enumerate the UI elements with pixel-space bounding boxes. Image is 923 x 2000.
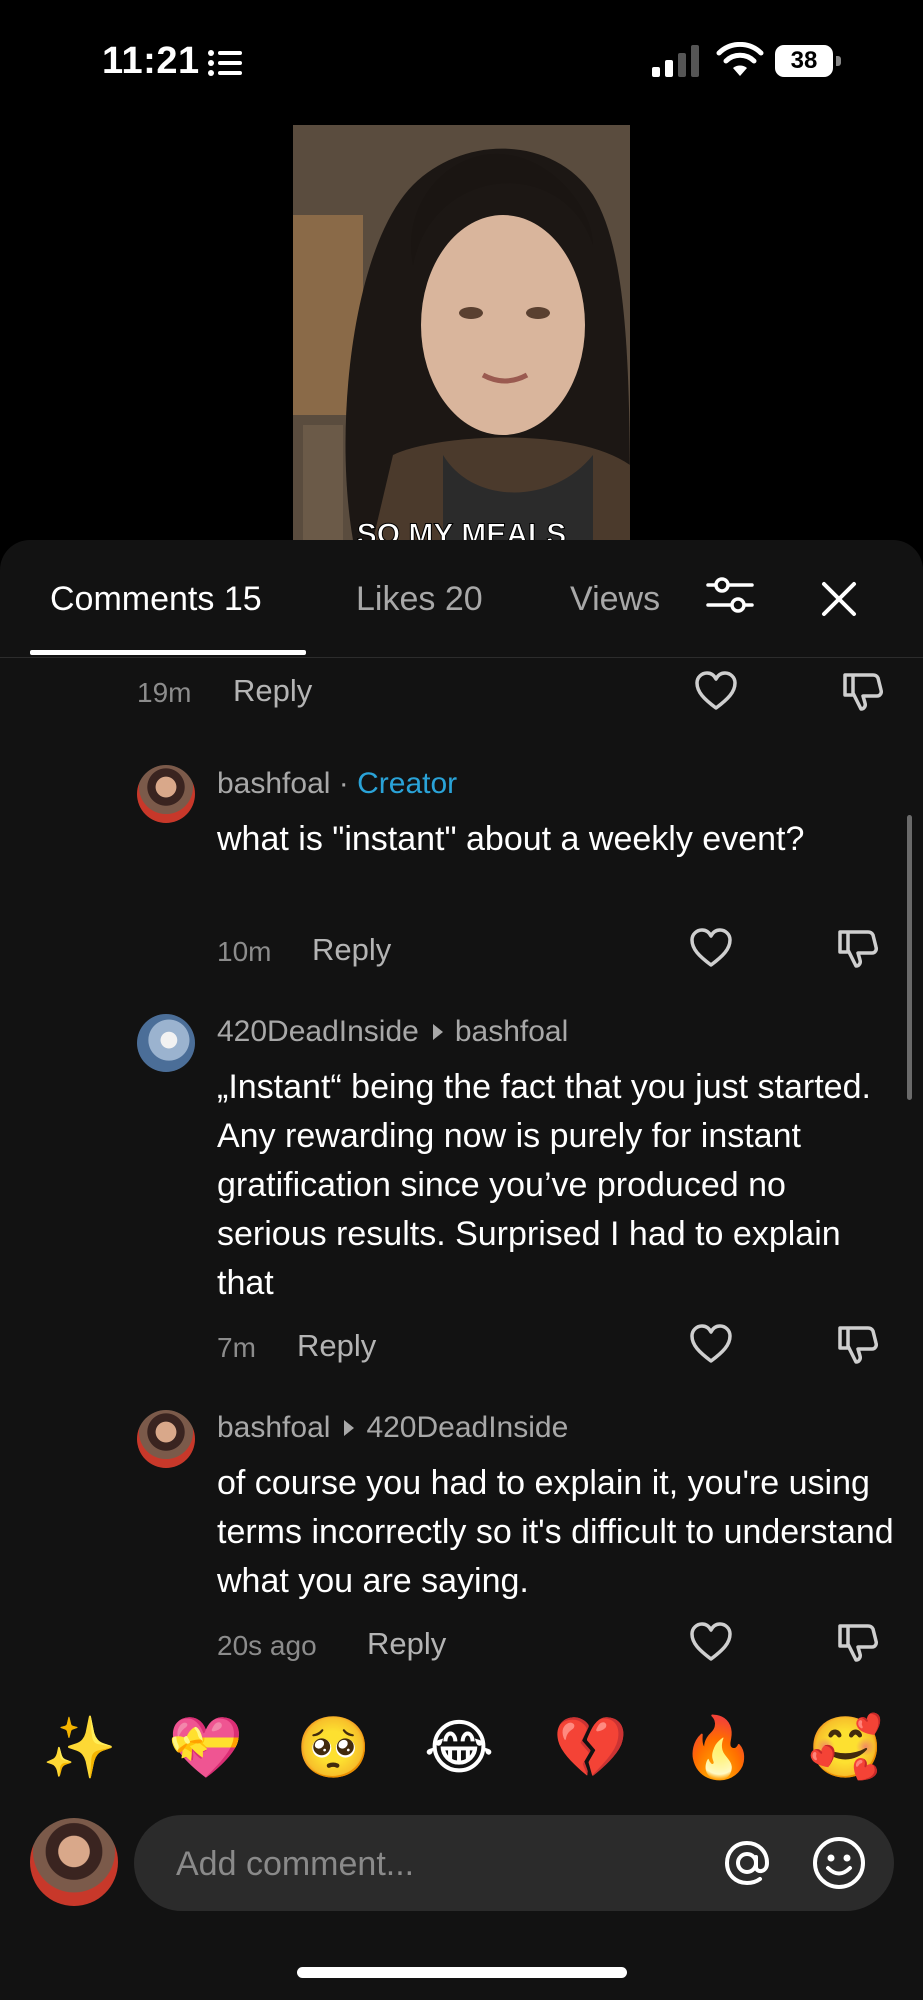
- wifi-icon: [716, 42, 764, 76]
- reply-button[interactable]: Reply: [367, 1626, 446, 1662]
- comment-meta: 7m Reply: [0, 1326, 800, 1370]
- tab-comments[interactable]: Comments 15: [50, 580, 262, 619]
- username[interactable]: bashfoal: [217, 767, 330, 800]
- comments-list[interactable]: 19m Reply bashfoal · Creator what is "in…: [0, 657, 923, 1777]
- comment-meta: 10m Reply: [0, 930, 800, 974]
- emoji-picker-icon[interactable]: [811, 1835, 867, 1891]
- tab-likes[interactable]: Likes 20: [356, 580, 483, 619]
- reply-button[interactable]: Reply: [312, 932, 391, 968]
- active-tab-indicator: [30, 650, 306, 655]
- reply-button[interactable]: Reply: [297, 1328, 376, 1364]
- heart-icon[interactable]: [689, 928, 733, 968]
- emoji-sparkles[interactable]: ✨: [42, 1708, 117, 1788]
- status-bar: 11:21 38: [0, 0, 923, 120]
- emoji-broken-heart[interactable]: 💔: [553, 1708, 628, 1788]
- avatar[interactable]: [137, 1014, 195, 1072]
- reply-to-username[interactable]: bashfoal: [455, 1015, 568, 1048]
- signal-icon: [652, 45, 699, 77]
- reply-button[interactable]: Reply: [233, 673, 312, 709]
- battery-icon: 38: [775, 45, 843, 77]
- thumbs-down-icon[interactable]: [841, 669, 885, 713]
- comment-time: 10m: [217, 936, 272, 967]
- comment-text: „Instant“ being the fact that you just s…: [217, 1068, 871, 1302]
- comment-text: of course you had to explain it, you're …: [217, 1464, 894, 1600]
- comment-author: bashfoal 420DeadInside: [217, 1411, 568, 1445]
- thumbs-down-icon[interactable]: [836, 926, 880, 970]
- comment-author: bashfoal · Creator: [217, 767, 457, 801]
- emoji-smiling-hearts[interactable]: 🥰: [808, 1708, 883, 1788]
- tab-views[interactable]: Views: [570, 580, 660, 619]
- mention-at-icon[interactable]: [719, 1835, 775, 1891]
- reply-arrow-icon: [432, 1023, 443, 1040]
- video-frame-image: [293, 125, 630, 540]
- avatar[interactable]: [137, 1410, 195, 1468]
- video-thumbnail[interactable]: SO MY MEALS: [293, 125, 630, 540]
- tab-bar: Comments 15 Likes 20 Views: [0, 540, 923, 658]
- username[interactable]: bashfoal: [217, 1411, 330, 1444]
- comment-meta: 20s ago Reply: [0, 1624, 800, 1668]
- battery-level: 38: [790, 47, 818, 74]
- emoji-tears-of-joy[interactable]: 😂: [424, 1708, 494, 1788]
- comment-text: what is "instant" about a weekly event?: [217, 820, 805, 858]
- thumbs-down-icon[interactable]: [836, 1620, 880, 1664]
- comment-input[interactable]: [174, 1837, 658, 1891]
- scrollbar[interactable]: [907, 815, 912, 1100]
- video-caption: SO MY MEALS: [356, 518, 567, 541]
- emoji-pleading-face[interactable]: 🥺: [296, 1708, 371, 1788]
- emoji-bar: ✨ 💝 🥺 😂 💔 🔥 🥰: [0, 1708, 923, 1788]
- user-avatar[interactable]: [30, 1818, 118, 1906]
- thumbs-down-icon[interactable]: [836, 1322, 880, 1366]
- heart-icon[interactable]: [689, 1324, 733, 1364]
- status-time: 11:21: [102, 40, 200, 82]
- heart-icon[interactable]: [694, 671, 738, 711]
- avatar[interactable]: [137, 765, 195, 823]
- emoji-fire[interactable]: 🔥: [681, 1708, 756, 1788]
- heart-icon[interactable]: [689, 1622, 733, 1662]
- close-icon[interactable]: [820, 580, 858, 618]
- comment-meta: 19m Reply: [0, 671, 800, 715]
- creator-badge: Creator: [357, 767, 458, 800]
- username[interactable]: 420DeadInside: [217, 1015, 419, 1048]
- comment-author: 420DeadInside bashfoal: [217, 1015, 568, 1049]
- separator: ·: [338, 767, 349, 800]
- home-indicator[interactable]: [297, 1967, 627, 1978]
- emoji-heart-ribbon[interactable]: 💝: [168, 1708, 243, 1788]
- filter-sliders-icon[interactable]: [705, 570, 755, 620]
- reply-to-username[interactable]: 420DeadInside: [366, 1411, 568, 1444]
- comment-time: 20s ago: [217, 1630, 317, 1661]
- comment-time: 19m: [137, 677, 192, 708]
- comment-composer[interactable]: [134, 1815, 894, 1911]
- reply-arrow-icon: [344, 1419, 355, 1436]
- comment-time: 7m: [217, 1332, 256, 1363]
- list-icon: [208, 50, 242, 76]
